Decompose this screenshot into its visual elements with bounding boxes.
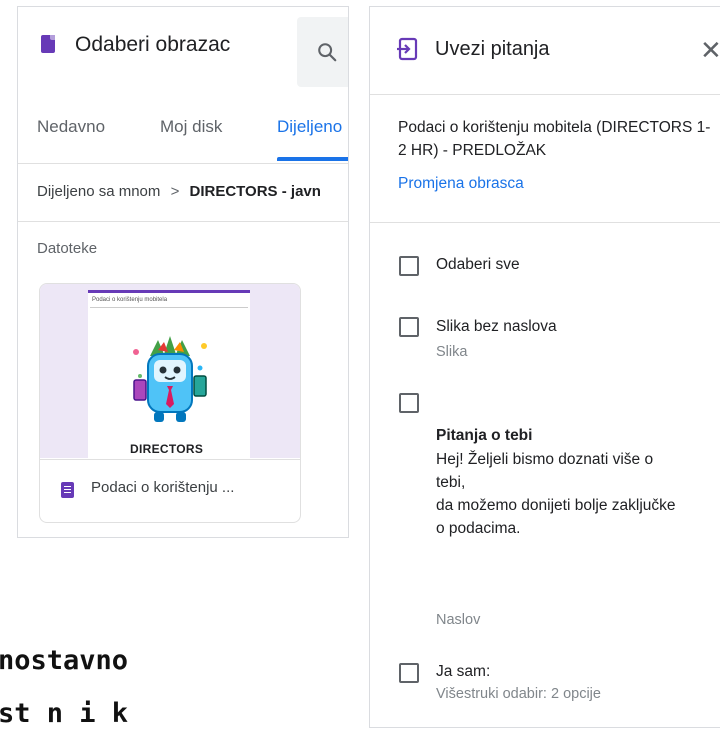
- picker-header: Odaberi obrazac: [18, 7, 348, 93]
- form-picker-dialog: Odaberi obrazac Nedavno Moj disk Dijelje…: [17, 6, 349, 538]
- active-tab-indicator: [277, 157, 348, 161]
- question-checkbox[interactable]: [399, 393, 419, 413]
- import-icon: [397, 37, 418, 61]
- divider: [370, 222, 720, 223]
- google-forms-icon: [61, 482, 74, 498]
- panel-title: Uvezi pitanja: [435, 38, 550, 60]
- question-title: Ja sam:: [436, 663, 491, 680]
- description-line: o podacima.: [436, 520, 521, 537]
- thumbnail-page: Podaci o korištenju mobitela DIRECTORS: [88, 290, 250, 458]
- divider: [370, 94, 720, 95]
- breadcrumb-root[interactable]: Dijeljeno sa mnom: [37, 183, 160, 200]
- divider: [18, 221, 348, 222]
- file-card[interactable]: Podaci o korištenju mobitela DIRECTORS P…: [39, 283, 301, 523]
- slide-text: st n i k: [0, 698, 129, 729]
- file-card-footer: Podaci o korištenju ...: [40, 459, 300, 522]
- file-name: Podaci o korištenju ...: [91, 479, 235, 496]
- select-all-checkbox[interactable]: [399, 256, 419, 276]
- thumbnail-accent-bar: [88, 290, 250, 293]
- select-all-label: Odaberi sve: [436, 256, 520, 273]
- question-description: Hej! Željeli bismo doznati više o tebi, …: [436, 448, 676, 540]
- question-title: Pitanja o tebi: [436, 427, 533, 444]
- close-icon[interactable]: ✕: [700, 37, 720, 63]
- import-questions-panel: Uvezi pitanja ✕ Podaci o korištenju mobi…: [369, 6, 720, 728]
- breadcrumb: Dijeljeno sa mnom > DIRECTORS - javn: [37, 183, 321, 200]
- question-type: Višestruki odabir: 2 opcije: [436, 686, 601, 702]
- search-button[interactable]: [297, 17, 348, 87]
- question-type: Naslov: [436, 612, 481, 628]
- question-type: Slika: [436, 344, 468, 360]
- question-checkbox[interactable]: [399, 317, 419, 337]
- thumbnail-divider: [90, 307, 248, 308]
- description-line: Hej! Željeli bismo doznati više o: [436, 451, 654, 468]
- description-line: da možemo donijeti bolje zaključke: [436, 497, 676, 514]
- search-icon: [318, 43, 337, 62]
- breadcrumb-current: DIRECTORS - javn: [189, 183, 321, 200]
- picker-title: Odaberi obrazac: [75, 33, 231, 56]
- slide-text: nostavno: [0, 645, 129, 676]
- google-forms-icon: [41, 35, 55, 53]
- picker-tabs: Nedavno Moj disk Dijeljeno: [18, 103, 348, 164]
- breadcrumb-separator: >: [170, 183, 180, 200]
- thumbnail-title: Podaci o korištenju mobitela: [92, 297, 168, 303]
- description-line: tebi,: [436, 474, 466, 491]
- section-label-files: Datoteke: [37, 240, 98, 257]
- phone-mascot-image: [133, 336, 207, 422]
- change-form-link[interactable]: Promjena obrasca: [398, 175, 524, 193]
- source-form-name: Podaci o korištenju mobitela (DIRECTORS …: [398, 119, 711, 159]
- file-thumbnail: Podaci o korištenju mobitela DIRECTORS: [40, 284, 300, 458]
- question-checkbox[interactable]: [399, 663, 419, 683]
- question-title: Slika bez naslova: [436, 318, 557, 335]
- tab-shared[interactable]: Dijeljeno: [277, 117, 342, 137]
- tab-recent[interactable]: Nedavno: [37, 117, 105, 137]
- tab-my-drive[interactable]: Moj disk: [160, 117, 222, 137]
- thumbnail-label: DIRECTORS: [130, 442, 204, 456]
